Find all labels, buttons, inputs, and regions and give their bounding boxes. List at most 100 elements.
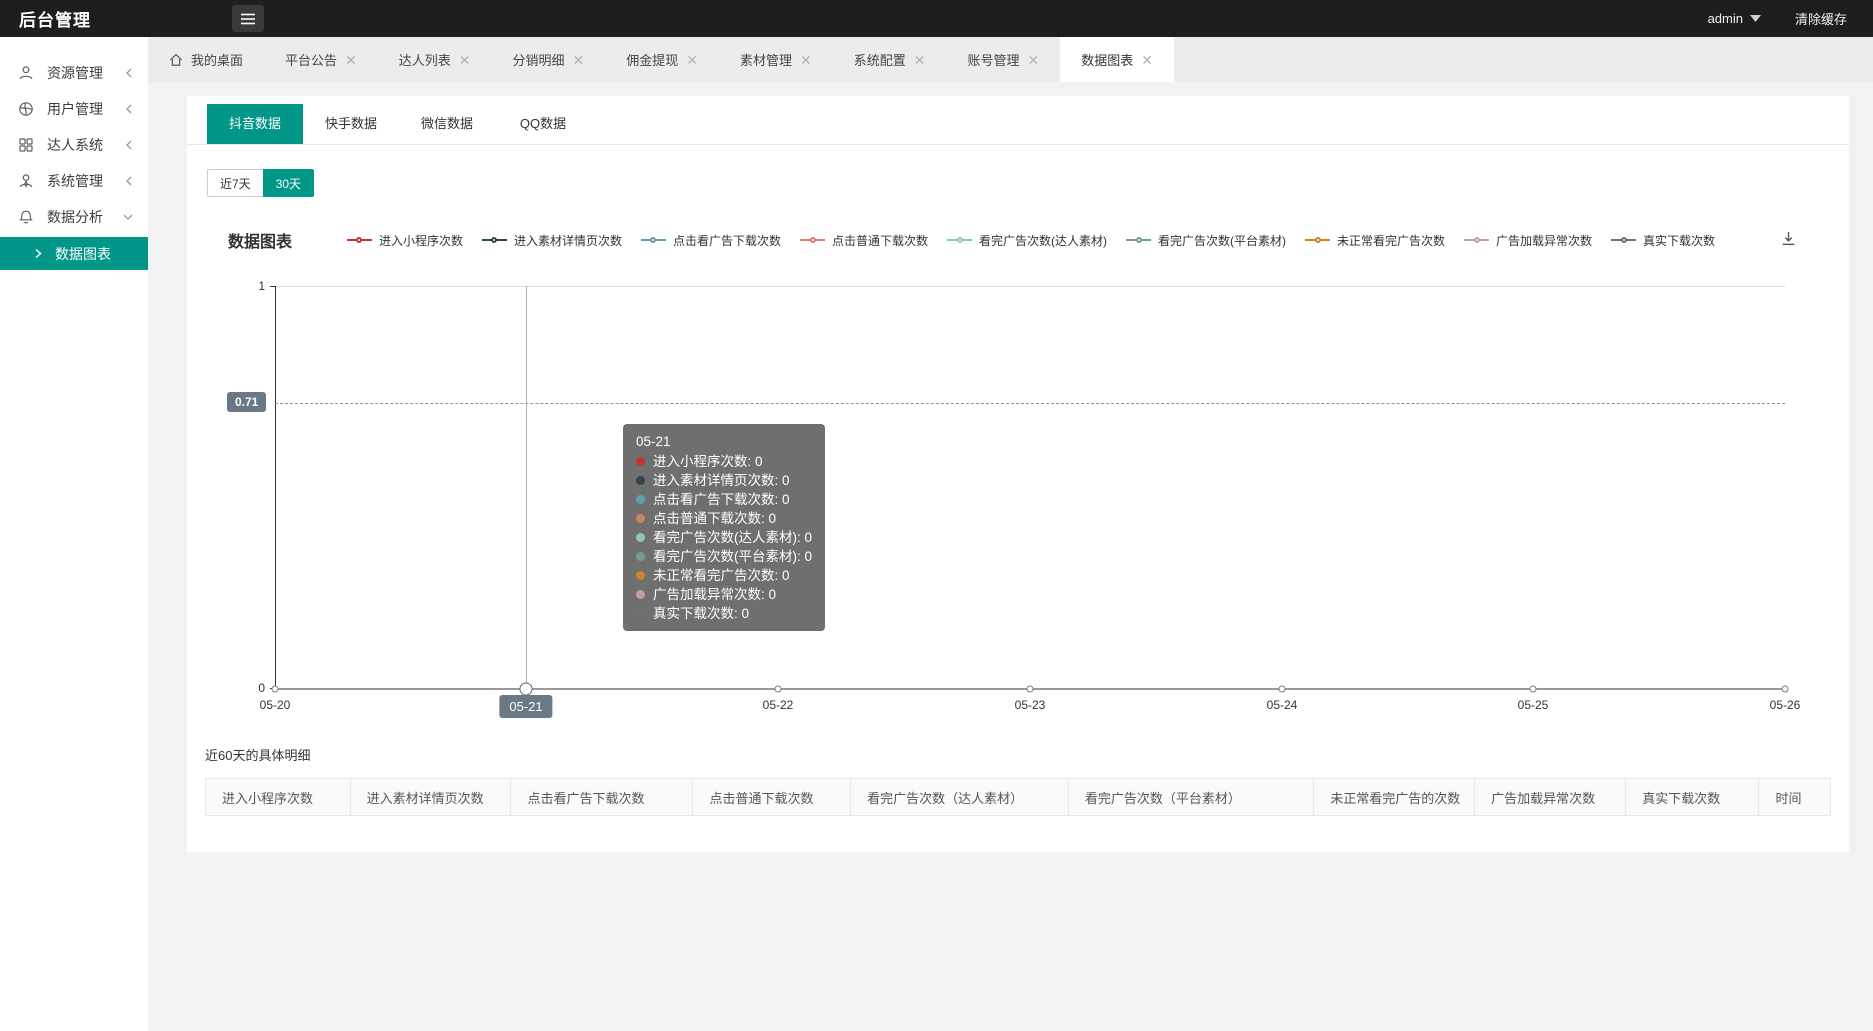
- detail-table: 进入小程序次数 进入素材详情页次数 点击看广告下载次数 点击普通下载次数 看完广…: [205, 778, 1831, 816]
- sidebar-item-analytics[interactable]: 数据分析: [0, 199, 148, 235]
- chevron-down-icon: [122, 212, 134, 222]
- tab-materials[interactable]: 素材管理 ✕: [719, 37, 833, 82]
- legend-item[interactable]: 点击普通下载次数: [800, 232, 928, 249]
- legend-marker: [1305, 239, 1330, 241]
- tab-desktop[interactable]: 我的桌面: [148, 37, 264, 82]
- legend-item[interactable]: 点击看广告下载次数: [641, 232, 781, 249]
- detail-title: 近60天的具体明细: [205, 745, 1849, 764]
- chevron-left-icon: [124, 103, 134, 115]
- tab-qq[interactable]: QQ数据: [495, 104, 591, 144]
- user-menu[interactable]: admin: [1708, 11, 1761, 26]
- tooltip-title: 05-21: [636, 432, 812, 452]
- series-dot: [636, 476, 645, 485]
- sidebar-item-data-chart[interactable]: 数据图表: [0, 237, 148, 270]
- legend-item[interactable]: 看完广告次数(达人素材): [947, 232, 1107, 249]
- app-header: 后台管理 admin 清除缓存: [0, 0, 1873, 37]
- content-card: 抖音数据 快手数据 微信数据 QQ数据 近7天 30天 数据图表: [187, 96, 1849, 852]
- column-header: 点击看广告下载次数: [511, 779, 693, 816]
- tooltip-row: 点击普通下载次数: 0: [636, 509, 812, 528]
- chevron-left-icon: [124, 175, 134, 187]
- sidebar-item-resources[interactable]: 资源管理: [0, 55, 148, 91]
- series-dot: [636, 533, 645, 542]
- page-title: 后台管理: [0, 6, 91, 31]
- chevron-left-icon: [124, 67, 134, 79]
- tab-label: 分销明细: [513, 50, 565, 69]
- tab-label: 我的桌面: [191, 50, 243, 69]
- legend-item[interactable]: 进入素材详情页次数: [482, 232, 622, 249]
- user-icon: [18, 65, 35, 82]
- range-7d-button[interactable]: 近7天: [207, 169, 263, 197]
- range-30d-button[interactable]: 30天: [263, 169, 314, 197]
- chart-title: 数据图表: [228, 228, 292, 252]
- series-dot: [636, 552, 645, 561]
- tab-expert-list[interactable]: 达人列表 ✕: [378, 37, 492, 82]
- legend-item[interactable]: 进入小程序次数: [347, 232, 463, 249]
- arrow-right-icon: [34, 248, 43, 259]
- tab-label: 达人列表: [399, 50, 451, 69]
- tab-commission[interactable]: 佣金提现✕: [605, 37, 719, 82]
- data-point: [1782, 686, 1789, 693]
- grid-icon: [18, 137, 35, 154]
- tab-douyin[interactable]: 抖音数据: [207, 104, 303, 144]
- download-icon: [1780, 230, 1797, 247]
- y-axis: [275, 286, 276, 689]
- data-point: [1530, 686, 1537, 693]
- tab-label: 素材管理: [740, 50, 792, 69]
- legend-item[interactable]: 真实下载次数: [1611, 232, 1715, 249]
- tab-data-chart[interactable]: 数据图表✕: [1060, 37, 1174, 82]
- bell-icon: [18, 209, 35, 226]
- legend-marker: [800, 239, 825, 241]
- close-icon[interactable]: ✕: [686, 53, 698, 67]
- column-header: 看完广告次数（平台素材）: [1068, 779, 1313, 816]
- platform-tabs: 抖音数据 快手数据 微信数据 QQ数据: [187, 96, 1849, 145]
- tooltip-row: 进入素材详情页次数: 0: [636, 471, 812, 490]
- sidebar-subitem-label: 数据图表: [55, 244, 111, 264]
- tooltip-row: 点击看广告下载次数: 0: [636, 490, 812, 509]
- legend-item[interactable]: 未正常看完广告次数: [1305, 232, 1445, 249]
- tooltip-row: 真实下载次数: 0: [636, 604, 812, 623]
- tab-wechat[interactable]: 微信数据: [399, 104, 495, 144]
- tab-accounts[interactable]: 账号管理✕: [947, 37, 1061, 82]
- sidebar-item-experts[interactable]: 达人系统: [0, 127, 148, 163]
- data-point: [272, 686, 279, 693]
- main-area: 我的桌面 平台公告✕ 达人列表 ✕ 分销明细 ✕ 佣金提现✕ 素材管理 ✕ 系统配置✕…: [148, 37, 1873, 1031]
- data-point: [1279, 686, 1286, 693]
- tab-kuaishou[interactable]: 快手数据: [303, 104, 399, 144]
- column-header: 广告加载异常次数: [1475, 779, 1626, 816]
- sidebar-item-users[interactable]: 用户管理: [0, 91, 148, 127]
- close-icon[interactable]: ✕: [573, 53, 585, 67]
- tab-system-config[interactable]: 系统配置✕: [833, 37, 947, 82]
- tab-announcements[interactable]: 平台公告✕: [264, 37, 378, 82]
- close-icon[interactable]: ✕: [800, 53, 812, 67]
- close-icon[interactable]: ✕: [1141, 53, 1153, 67]
- chart-tooltip: 05-21 进入小程序次数: 0 进入素材详情页次数: 0 点击看广告下载次数:…: [623, 424, 825, 631]
- markline-dashed: [275, 403, 1785, 404]
- close-icon[interactable]: ✕: [1028, 53, 1040, 67]
- tab-distribution[interactable]: 分销明细 ✕: [492, 37, 606, 82]
- close-icon[interactable]: ✕: [345, 53, 357, 67]
- clear-cache-button[interactable]: 清除缓存: [1795, 9, 1847, 28]
- sidebar-item-system[interactable]: 系统管理: [0, 163, 148, 199]
- gridline: [275, 286, 1785, 287]
- legend-marker: [1611, 239, 1636, 241]
- hamburger-icon: [240, 13, 256, 25]
- close-icon[interactable]: ✕: [914, 53, 926, 67]
- legend-item[interactable]: 看完广告次数(平台素材): [1126, 232, 1286, 249]
- column-header: 点击普通下载次数: [693, 779, 851, 816]
- series-dot: [636, 514, 645, 523]
- legend-item[interactable]: 广告加载异常次数: [1464, 232, 1592, 249]
- sidebar-item-label: 用户管理: [47, 99, 124, 119]
- tooltip-row: 看完广告次数(达人素材): 0: [636, 528, 812, 547]
- sidebar: 资源管理 用户管理 达人系统 系统管理 数据分析: [0, 37, 148, 1031]
- line-chart[interactable]: 1 0 0.71 05-20 05-21: [187, 274, 1849, 729]
- window-tabbar: 我的桌面 平台公告✕ 达人列表 ✕ 分销明细 ✕ 佣金提现✕ 素材管理 ✕ 系统配置✕…: [148, 37, 1873, 82]
- x-tick-label: 05-23: [995, 698, 1065, 712]
- globe-icon: [18, 101, 35, 118]
- chart-legend: 进入小程序次数 进入素材详情页次数 点击看广告下载次数 点击普通下载次数 看完广…: [292, 232, 1770, 249]
- data-point: [775, 686, 782, 693]
- menu-toggle-button[interactable]: [232, 5, 264, 32]
- download-button[interactable]: [1780, 230, 1797, 250]
- column-header: 看完广告次数（达人素材）: [851, 779, 1069, 816]
- tooltip-row: 广告加载异常次数: 0: [636, 585, 812, 604]
- close-icon[interactable]: ✕: [459, 53, 471, 67]
